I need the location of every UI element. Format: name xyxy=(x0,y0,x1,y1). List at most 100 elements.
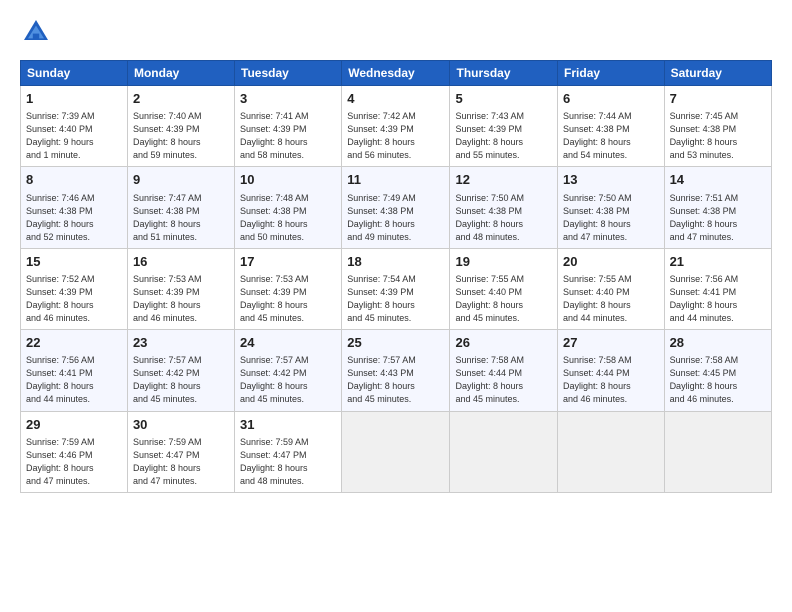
calendar-day-cell: 6 Sunrise: 7:44 AM Sunset: 4:38 PM Daylig… xyxy=(558,86,665,167)
day-number: 23 xyxy=(133,334,229,352)
day-number: 19 xyxy=(455,253,552,271)
calendar-day-cell: 11 Sunrise: 7:49 AM Sunset: 4:38 PM Dayli… xyxy=(342,167,450,248)
day-number: 14 xyxy=(670,171,766,189)
day-info: Sunrise: 7:58 AM Sunset: 4:44 PM Dayligh… xyxy=(455,354,552,406)
day-info: Sunrise: 7:52 AM Sunset: 4:39 PM Dayligh… xyxy=(26,273,122,325)
calendar-day-cell: 18Sunrise: 7:54 AM Sunset: 4:39 PM Dayli… xyxy=(342,248,450,329)
calendar-week-row: 29Sunrise: 7:59 AM Sunset: 4:46 PM Dayli… xyxy=(21,411,772,492)
day-info: Sunrise: 7:58 AM Sunset: 4:45 PM Dayligh… xyxy=(670,354,766,406)
day-info: Sunrise: 7:57 AM Sunset: 4:43 PM Dayligh… xyxy=(347,354,444,406)
day-info: Sunrise: 7:59 AM Sunset: 4:47 PM Dayligh… xyxy=(240,436,336,488)
day-info: Sunrise: 7:55 AM Sunset: 4:40 PM Dayligh… xyxy=(563,273,659,325)
day-number: 9 xyxy=(133,171,229,189)
day-info: Sunrise: 7:47 AM Sunset: 4:38 PM Dayligh… xyxy=(133,192,229,244)
calendar-day-cell: 12 Sunrise: 7:50 AM Sunset: 4:38 PM Dayli… xyxy=(450,167,558,248)
calendar-day-cell: 22Sunrise: 7:56 AM Sunset: 4:41 PM Dayli… xyxy=(21,330,128,411)
day-info: Sunrise: 7:55 AM Sunset: 4:40 PM Dayligh… xyxy=(455,273,552,325)
day-number: 5 xyxy=(455,90,552,108)
calendar-day-cell: 24 Sunrise: 7:57 AM Sunset: 4:42 PM Dayli… xyxy=(235,330,342,411)
day-number: 17 xyxy=(240,253,336,271)
weekday-header: Thursday xyxy=(450,61,558,86)
day-info: Sunrise: 7:50 AM Sunset: 4:38 PM Dayligh… xyxy=(455,192,552,244)
calendar-day-cell: 28 Sunrise: 7:58 AM Sunset: 4:45 PM Dayli… xyxy=(664,330,771,411)
calendar-day-cell: 31 Sunrise: 7:59 AM Sunset: 4:47 PM Dayli… xyxy=(235,411,342,492)
calendar-day-cell: 8Sunrise: 7:46 AM Sunset: 4:38 PM Daylig… xyxy=(21,167,128,248)
calendar-day-cell: 30 Sunrise: 7:59 AM Sunset: 4:47 PM Dayli… xyxy=(127,411,234,492)
calendar-day-cell: 20 Sunrise: 7:55 AM Sunset: 4:40 PM Dayli… xyxy=(558,248,665,329)
calendar-day-cell: 21 Sunrise: 7:56 AM Sunset: 4:41 PM Dayli… xyxy=(664,248,771,329)
day-info: Sunrise: 7:57 AM Sunset: 4:42 PM Dayligh… xyxy=(240,354,336,406)
logo-icon xyxy=(20,16,52,48)
weekday-header: Saturday xyxy=(664,61,771,86)
day-number: 10 xyxy=(240,171,336,189)
day-number: 12 xyxy=(455,171,552,189)
weekday-header: Tuesday xyxy=(235,61,342,86)
day-number: 16 xyxy=(133,253,229,271)
calendar-day-cell: 2 Sunrise: 7:40 AM Sunset: 4:39 PM Daylig… xyxy=(127,86,234,167)
day-number: 15 xyxy=(26,253,122,271)
weekday-header-row: SundayMondayTuesdayWednesdayThursdayFrid… xyxy=(21,61,772,86)
day-number: 6 xyxy=(563,90,659,108)
calendar-table: SundayMondayTuesdayWednesdayThursdayFrid… xyxy=(20,60,772,493)
calendar-day-cell: 3Sunrise: 7:41 AM Sunset: 4:39 PM Daylig… xyxy=(235,86,342,167)
day-info: Sunrise: 7:44 AM Sunset: 4:38 PM Dayligh… xyxy=(563,110,659,162)
day-number: 20 xyxy=(563,253,659,271)
day-number: 30 xyxy=(133,416,229,434)
day-number: 28 xyxy=(670,334,766,352)
calendar-week-row: 8Sunrise: 7:46 AM Sunset: 4:38 PM Daylig… xyxy=(21,167,772,248)
weekday-header: Friday xyxy=(558,61,665,86)
calendar-day-cell: 19 Sunrise: 7:55 AM Sunset: 4:40 PM Dayli… xyxy=(450,248,558,329)
day-number: 27 xyxy=(563,334,659,352)
day-number: 1 xyxy=(26,90,122,108)
day-info: Sunrise: 7:48 AM Sunset: 4:38 PM Dayligh… xyxy=(240,192,336,244)
weekday-header: Wednesday xyxy=(342,61,450,86)
day-number: 24 xyxy=(240,334,336,352)
day-info: Sunrise: 7:53 AM Sunset: 4:39 PM Dayligh… xyxy=(240,273,336,325)
day-info: Sunrise: 7:53 AM Sunset: 4:39 PM Dayligh… xyxy=(133,273,229,325)
day-info: Sunrise: 7:49 AM Sunset: 4:38 PM Dayligh… xyxy=(347,192,444,244)
calendar-day-cell: 10 Sunrise: 7:48 AM Sunset: 4:38 PM Dayli… xyxy=(235,167,342,248)
day-number: 13 xyxy=(563,171,659,189)
day-info: Sunrise: 7:46 AM Sunset: 4:38 PM Dayligh… xyxy=(26,192,122,244)
logo xyxy=(20,16,54,48)
day-number: 26 xyxy=(455,334,552,352)
day-info: Sunrise: 7:50 AM Sunset: 4:38 PM Dayligh… xyxy=(563,192,659,244)
calendar-day-cell: 9 Sunrise: 7:47 AM Sunset: 4:38 PM Daylig… xyxy=(127,167,234,248)
calendar-day-cell: 5 Sunrise: 7:43 AM Sunset: 4:39 PM Daylig… xyxy=(450,86,558,167)
day-number: 2 xyxy=(133,90,229,108)
header xyxy=(20,16,772,48)
calendar-day-cell: 29Sunrise: 7:59 AM Sunset: 4:46 PM Dayli… xyxy=(21,411,128,492)
calendar-day-cell: 25Sunrise: 7:57 AM Sunset: 4:43 PM Dayli… xyxy=(342,330,450,411)
day-info: Sunrise: 7:42 AM Sunset: 4:39 PM Dayligh… xyxy=(347,110,444,162)
calendar-day-cell: 1 Sunrise: 7:39 AM Sunset: 4:40 PM Daylig… xyxy=(21,86,128,167)
day-info: Sunrise: 7:59 AM Sunset: 4:47 PM Dayligh… xyxy=(133,436,229,488)
page-container: SundayMondayTuesdayWednesdayThursdayFrid… xyxy=(0,0,792,503)
calendar-day-cell: 16 Sunrise: 7:53 AM Sunset: 4:39 PM Dayli… xyxy=(127,248,234,329)
calendar-day-cell: 27Sunrise: 7:58 AM Sunset: 4:44 PM Dayli… xyxy=(558,330,665,411)
day-number: 22 xyxy=(26,334,122,352)
day-info: Sunrise: 7:40 AM Sunset: 4:39 PM Dayligh… xyxy=(133,110,229,162)
weekday-header: Sunday xyxy=(21,61,128,86)
calendar-day-cell: 4 Sunrise: 7:42 AM Sunset: 4:39 PM Daylig… xyxy=(342,86,450,167)
calendar-day-cell: 17 Sunrise: 7:53 AM Sunset: 4:39 PM Dayli… xyxy=(235,248,342,329)
day-info: Sunrise: 7:51 AM Sunset: 4:38 PM Dayligh… xyxy=(670,192,766,244)
calendar-day-cell xyxy=(558,411,665,492)
day-number: 21 xyxy=(670,253,766,271)
day-info: Sunrise: 7:39 AM Sunset: 4:40 PM Dayligh… xyxy=(26,110,122,162)
day-info: Sunrise: 7:54 AM Sunset: 4:39 PM Dayligh… xyxy=(347,273,444,325)
calendar-day-cell xyxy=(342,411,450,492)
day-number: 3 xyxy=(240,90,336,108)
day-number: 11 xyxy=(347,171,444,189)
day-info: Sunrise: 7:43 AM Sunset: 4:39 PM Dayligh… xyxy=(455,110,552,162)
day-number: 31 xyxy=(240,416,336,434)
calendar-day-cell xyxy=(450,411,558,492)
day-number: 4 xyxy=(347,90,444,108)
calendar-day-cell: 26 Sunrise: 7:58 AM Sunset: 4:44 PM Dayli… xyxy=(450,330,558,411)
day-info: Sunrise: 7:56 AM Sunset: 4:41 PM Dayligh… xyxy=(670,273,766,325)
day-info: Sunrise: 7:59 AM Sunset: 4:46 PM Dayligh… xyxy=(26,436,122,488)
calendar-week-row: 1 Sunrise: 7:39 AM Sunset: 4:40 PM Daylig… xyxy=(21,86,772,167)
weekday-header: Monday xyxy=(127,61,234,86)
calendar-day-cell: 13 Sunrise: 7:50 AM Sunset: 4:38 PM Dayli… xyxy=(558,167,665,248)
calendar-day-cell: 14 Sunrise: 7:51 AM Sunset: 4:38 PM Dayli… xyxy=(664,167,771,248)
calendar-week-row: 15 Sunrise: 7:52 AM Sunset: 4:39 PM Dayli… xyxy=(21,248,772,329)
